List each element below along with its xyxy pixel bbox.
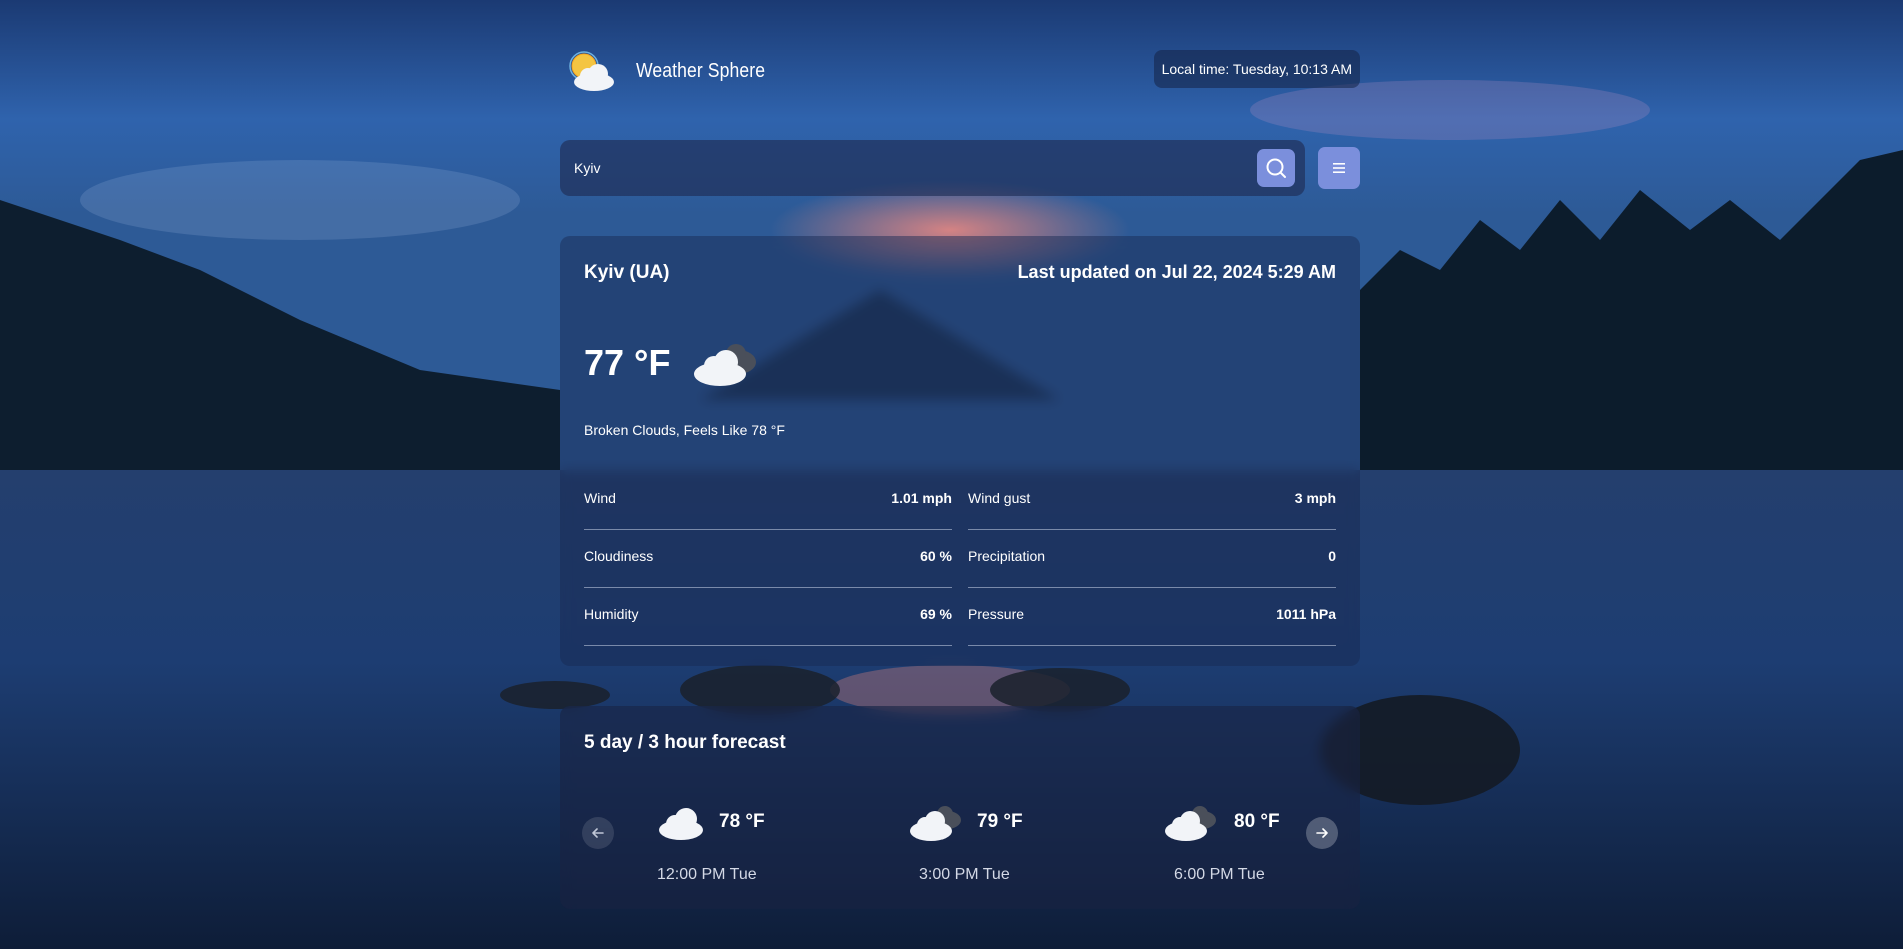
forecast-temp: 80 °F (1234, 811, 1280, 832)
current-weather-card: Kyiv (UA) Last updated on Jul 22, 2024 5… (560, 236, 1360, 666)
forecast-prev-button[interactable] (582, 817, 614, 849)
cloud-icon (659, 808, 703, 840)
menu-button[interactable] (1318, 147, 1360, 189)
search-bar (560, 140, 1305, 196)
broken-clouds-icon (1165, 806, 1216, 841)
search-input[interactable] (574, 140, 1214, 196)
detail-cell: Cloudiness 60 % (584, 530, 952, 588)
search-button[interactable] (1257, 149, 1295, 187)
detail-row: Wind 1.01 mph Wind gust 3 mph (584, 472, 1336, 530)
detail-label: Wind (584, 490, 616, 506)
detail-row: Cloudiness 60 % Precipitation 0 (584, 530, 1336, 588)
detail-cell: Wind 1.01 mph (584, 472, 952, 530)
detail-value: 60 % (920, 548, 952, 564)
detail-cell: Precipitation 0 (968, 530, 1336, 588)
arrow-right-icon (1316, 828, 1328, 838)
current-temperature: 77 °F (584, 342, 671, 383)
weather-details: Wind 1.01 mph Wind gust 3 mph Cloudiness… (584, 472, 1336, 646)
detail-row: Humidity 69 % Pressure 1011 hPa (584, 588, 1336, 646)
detail-value: 1011 hPa (1276, 606, 1336, 622)
forecast-time: 12:00 PM Tue (657, 866, 757, 883)
forecast-temp: 78 °F (719, 811, 765, 832)
search-icon (1266, 158, 1286, 178)
detail-label: Pressure (968, 606, 1025, 622)
detail-label: Precipitation (968, 548, 1046, 564)
detail-value: 3 mph (1294, 490, 1336, 506)
detail-cell: Humidity 69 % (584, 588, 952, 646)
forecast-item: 78 °F 12:00 PM Tue (655, 802, 825, 892)
detail-cell: Pressure 1011 hPa (968, 588, 1336, 646)
detail-value: 0 (1328, 548, 1336, 564)
forecast-time: 3:00 PM Tue (919, 866, 1010, 883)
detail-label: Wind gust (968, 490, 1031, 506)
detail-value: 69 % (920, 606, 952, 622)
forecast-item: 79 °F 3:00 PM Tue (907, 802, 1077, 892)
weather-description: Broken Clouds, Feels Like 78 °F (584, 422, 785, 438)
detail-cell: Wind gust 3 mph (968, 472, 1336, 530)
detail-value: 1.01 mph (891, 490, 952, 506)
detail-label: Cloudiness (584, 548, 654, 564)
forecast-time: 6:00 PM Tue (1174, 866, 1265, 883)
forecast-card: 5 day / 3 hour forecast 78 °F 12:00 PM T… (560, 706, 1360, 909)
forecast-title: 5 day / 3 hour forecast (584, 732, 786, 753)
last-updated: Last updated on Jul 22, 2024 5:29 AM (1017, 262, 1336, 282)
forecast-temp: 79 °F (977, 811, 1023, 832)
arrow-left-icon (592, 828, 604, 838)
menu-icon (1333, 163, 1345, 173)
detail-label: Humidity (584, 606, 639, 622)
app-name: Weather Sphere (636, 60, 766, 82)
sun-cloud-logo-icon (569, 51, 614, 91)
header: Weather Sphere Local time: Tuesday, 10:1… (560, 46, 1360, 96)
forecast-next-button[interactable] (1306, 817, 1338, 849)
broken-clouds-icon (694, 344, 756, 386)
local-time-badge: Local time: Tuesday, 10:13 AM (1153, 50, 1360, 88)
city-name: Kyiv (UA) (584, 262, 670, 283)
broken-clouds-icon (910, 806, 961, 841)
forecast-item: 80 °F 6:00 PM Tue (1162, 802, 1332, 892)
